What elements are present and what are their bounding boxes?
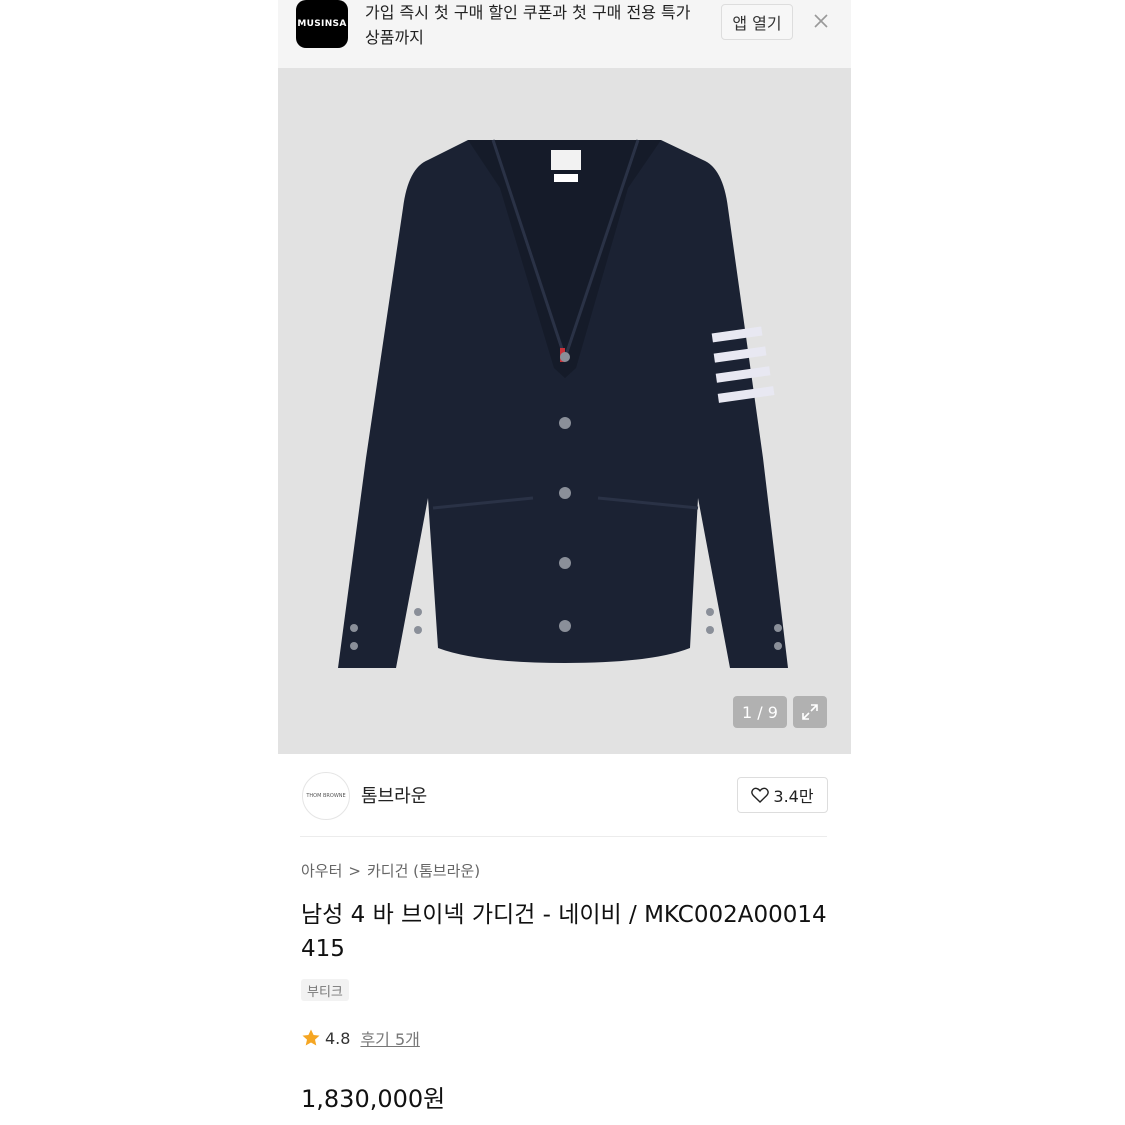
heart-icon <box>751 787 770 803</box>
open-app-button[interactable]: 앱 열기 <box>721 4 793 40</box>
musinsa-app-logo: MUSINSA <box>296 0 348 48</box>
like-count: 3.4만 <box>773 787 814 806</box>
product-price: 1,830,000원 <box>301 1085 446 1113</box>
like-button[interactable]: 3.4만 <box>737 777 828 813</box>
star-icon <box>302 1029 320 1046</box>
app-install-banner: MUSINSA 가입 즉시 첫 구매 할인 쿠폰과 첫 구매 전용 특가 상품까… <box>278 0 851 68</box>
brand-logo-text: THOM BROWNE <box>306 793 346 799</box>
product-image-gallery[interactable]: 1 / 9 <box>278 68 851 754</box>
breadcrumb-outer[interactable]: 아우터 <box>301 860 342 881</box>
close-icon[interactable] <box>810 10 832 32</box>
expand-icon[interactable] <box>793 696 827 728</box>
boutique-badge: 부티크 <box>301 979 349 1001</box>
image-counter: 1 / 9 <box>733 696 787 728</box>
divider <box>300 836 827 837</box>
brand-name[interactable]: 톰브라운 <box>361 782 427 808</box>
review-link[interactable]: 후기 5개 <box>360 1026 419 1050</box>
brand-logo[interactable]: THOM BROWNE <box>302 772 350 820</box>
cardigan-image <box>338 139 788 668</box>
chevron-right-icon: > <box>348 861 361 880</box>
breadcrumb-cardigan[interactable]: 카디건 (톰브라운) <box>367 860 480 881</box>
banner-message: 가입 즉시 첫 구매 할인 쿠폰과 첫 구매 전용 특가 상품까지 <box>365 3 691 47</box>
rating-value: 4.8 <box>325 1028 351 1048</box>
breadcrumb: 아우터 > 카디건 (톰브라운) <box>301 860 480 881</box>
product-page: MUSINSA 가입 즉시 첫 구매 할인 쿠폰과 첫 구매 전용 특가 상품까… <box>278 0 851 1125</box>
rating: 4.8 후기 5개 <box>301 1026 420 1050</box>
product-title: 남성 4 바 브이넥 가디건 - 네이비 / MKC002A00014415 <box>301 902 827 962</box>
